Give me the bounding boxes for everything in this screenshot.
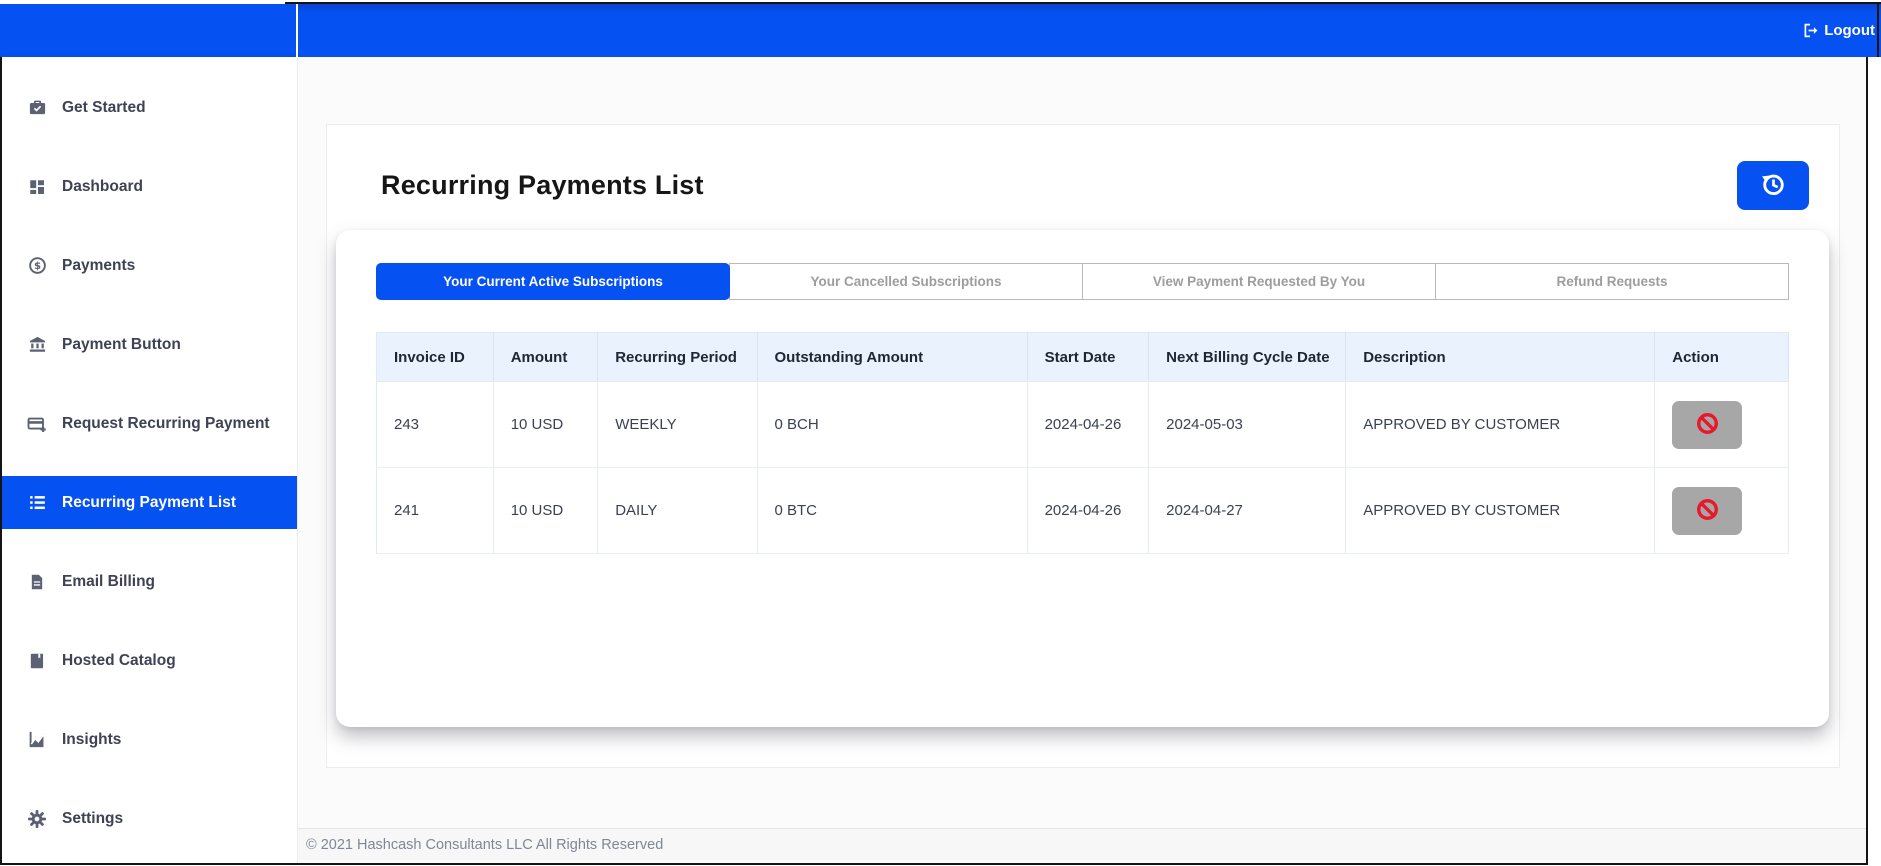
sidebar-item-label: Dashboard [62, 177, 143, 195]
sidebar-item-payment-button[interactable]: Payment Button [0, 318, 297, 371]
cancel-subscription-button[interactable] [1672, 400, 1743, 449]
subscriptions-table: Invoice ID Amount Recurring Period Outstand… [376, 332, 1789, 554]
sidebar-item-label: Insights [62, 730, 122, 748]
copyright-text: © 2021 Hashcash Consultants LLC All Righ… [306, 836, 664, 853]
history-icon [1760, 171, 1787, 201]
sidebar-item-label: Get Started [62, 98, 146, 116]
sidebar-item-label: Request Recurring Payment [62, 414, 270, 432]
column-header-invoice-id: Invoice ID [376, 332, 494, 382]
tab-your-cancelled-subscriptions[interactable]: Your Cancelled Subscriptions [729, 263, 1083, 300]
column-header-outstanding-amount: Outstanding Amount [757, 332, 1028, 382]
cell-outstanding_amount: 0 BCH [757, 381, 1028, 468]
cell-start_date: 2024-04-26 [1027, 467, 1150, 554]
cell-amount: 10 USD [493, 381, 599, 468]
prohibited-icon [1695, 411, 1720, 439]
window-border-right-top [1877, 2, 1879, 57]
table-body: 243 10 USD WEEKLY 0 BCH 2024-04-26 2024-05-03… [376, 381, 1789, 554]
cell-description: APPROVED BY CUSTOMER [1345, 381, 1656, 468]
table-head: Invoice ID Amount Recurring Period Outstand… [376, 332, 1789, 382]
cell-amount: 10 USD [493, 467, 599, 554]
sidebar-item-hosted-catalog[interactable]: Hosted Catalog [0, 634, 297, 687]
cell-start_date: 2024-04-26 [1027, 381, 1150, 468]
subscriptions-panel: Your Current Active Subscriptions Your Ca… [336, 230, 1829, 727]
logout-label: Logout [1824, 22, 1875, 39]
cell-recurring_period: WEEKLY [597, 381, 758, 468]
sidebar-item-insights[interactable]: Insights [0, 713, 297, 766]
sidebar-item-label: Settings [62, 809, 124, 827]
header-row: Invoice ID Amount Recurring Period Outstand… [376, 332, 1789, 382]
tabs: Your Current Active Subscriptions Your Ca… [376, 263, 1789, 300]
cell-outstanding_amount: 0 BTC [757, 467, 1028, 554]
table-row: 243 10 USD WEEKLY 0 BCH 2024-04-26 2024-05-03… [376, 381, 1789, 468]
cell-recurring_period: DAILY [597, 467, 758, 554]
sidebar-item-label: Payment Button [62, 335, 181, 353]
sidebar-item-email-billing[interactable]: Email Billing [0, 555, 297, 608]
list-icon [27, 493, 47, 512]
app-window: Logout Get Started Dashboard $ Payments Paym… [0, 0, 1881, 866]
sidebar-item-label: Payments [62, 256, 136, 274]
cell-action [1654, 467, 1789, 554]
sidebar-item-label: Recurring Payment List [62, 493, 236, 511]
sidebar-item-settings[interactable]: Settings [0, 792, 297, 845]
sidebar-nav: Get Started Dashboard $ Payments Payment But… [0, 57, 298, 863]
cell-invoice_id: 241 [376, 467, 494, 554]
window-border-left [0, 57, 2, 865]
chart-icon [27, 730, 47, 749]
sidebar-item-request-recurring-payment[interactable]: Request Recurring Payment [0, 397, 297, 450]
cell-invoice_id: 243 [376, 381, 494, 468]
column-header-start-date: Start Date [1027, 332, 1150, 382]
grid-icon [27, 178, 47, 196]
sidebar-item-dashboard[interactable]: Dashboard [0, 160, 297, 213]
main-content: Recurring Payments List Your Current Act… [298, 57, 1866, 863]
window-border-top [285, 2, 1881, 4]
recurring-payments-card: Recurring Payments List Your Current Act… [326, 124, 1840, 768]
cell-description: APPROVED BY CUSTOMER [1345, 467, 1656, 554]
tab-refund-requests[interactable]: Refund Requests [1435, 263, 1789, 300]
sidebar-item-label: Email Billing [62, 572, 156, 590]
card-header: Recurring Payments List [336, 161, 1829, 210]
window-border-right [1866, 57, 1868, 865]
table-row: 241 10 USD DAILY 0 BTC 2024-04-26 2024-04-27 A… [376, 467, 1789, 554]
column-header-recurring-period: Recurring Period [597, 332, 758, 382]
tab-your-current-active-subscriptions[interactable]: Your Current Active Subscriptions [376, 263, 730, 300]
sidebar-item-recurring-payment-list[interactable]: Recurring Payment List [0, 476, 297, 529]
briefcase-check-icon [27, 98, 47, 117]
sidebar-logo-area [0, 4, 298, 57]
window-border-bottom [0, 863, 1868, 865]
cell-next_billing_cycle_date: 2024-05-03 [1148, 381, 1347, 468]
prohibited-icon [1695, 497, 1720, 525]
dollar-circle-icon: $ [27, 256, 47, 275]
top-header: Logout [0, 4, 1881, 57]
column-header-action: Action [1654, 332, 1789, 382]
document-icon [27, 573, 47, 591]
cell-next_billing_cycle_date: 2024-04-27 [1148, 467, 1347, 554]
footer: © 2021 Hashcash Consultants LLC All Righ… [298, 828, 1866, 860]
tab-view-payment-requested-by-you[interactable]: View Payment Requested By You [1082, 263, 1436, 300]
sidebar-item-payments[interactable]: $ Payments [0, 239, 297, 292]
cancel-subscription-button[interactable] [1672, 486, 1743, 535]
card-plus-icon [27, 414, 47, 434]
gear-icon [27, 809, 47, 829]
refresh-history-button[interactable] [1737, 161, 1809, 210]
cell-action [1654, 381, 1789, 468]
top-header-main: Logout [298, 4, 1881, 57]
column-header-next-billing-cycle-date: Next Billing Cycle Date [1148, 332, 1347, 382]
sidebar-item-label: Hosted Catalog [62, 651, 176, 669]
logout-button[interactable]: Logout [1802, 22, 1875, 39]
column-header-amount: Amount [493, 332, 599, 382]
page-title: Recurring Payments List [381, 170, 704, 200]
sidebar-item-get-started[interactable]: Get Started [0, 81, 297, 134]
column-header-description: Description [1345, 332, 1656, 382]
logout-icon [1802, 22, 1819, 39]
svg-text:$: $ [33, 261, 40, 272]
bank-icon [27, 335, 47, 354]
body-row: Get Started Dashboard $ Payments Payment But… [0, 57, 1866, 863]
book-icon [27, 652, 47, 670]
